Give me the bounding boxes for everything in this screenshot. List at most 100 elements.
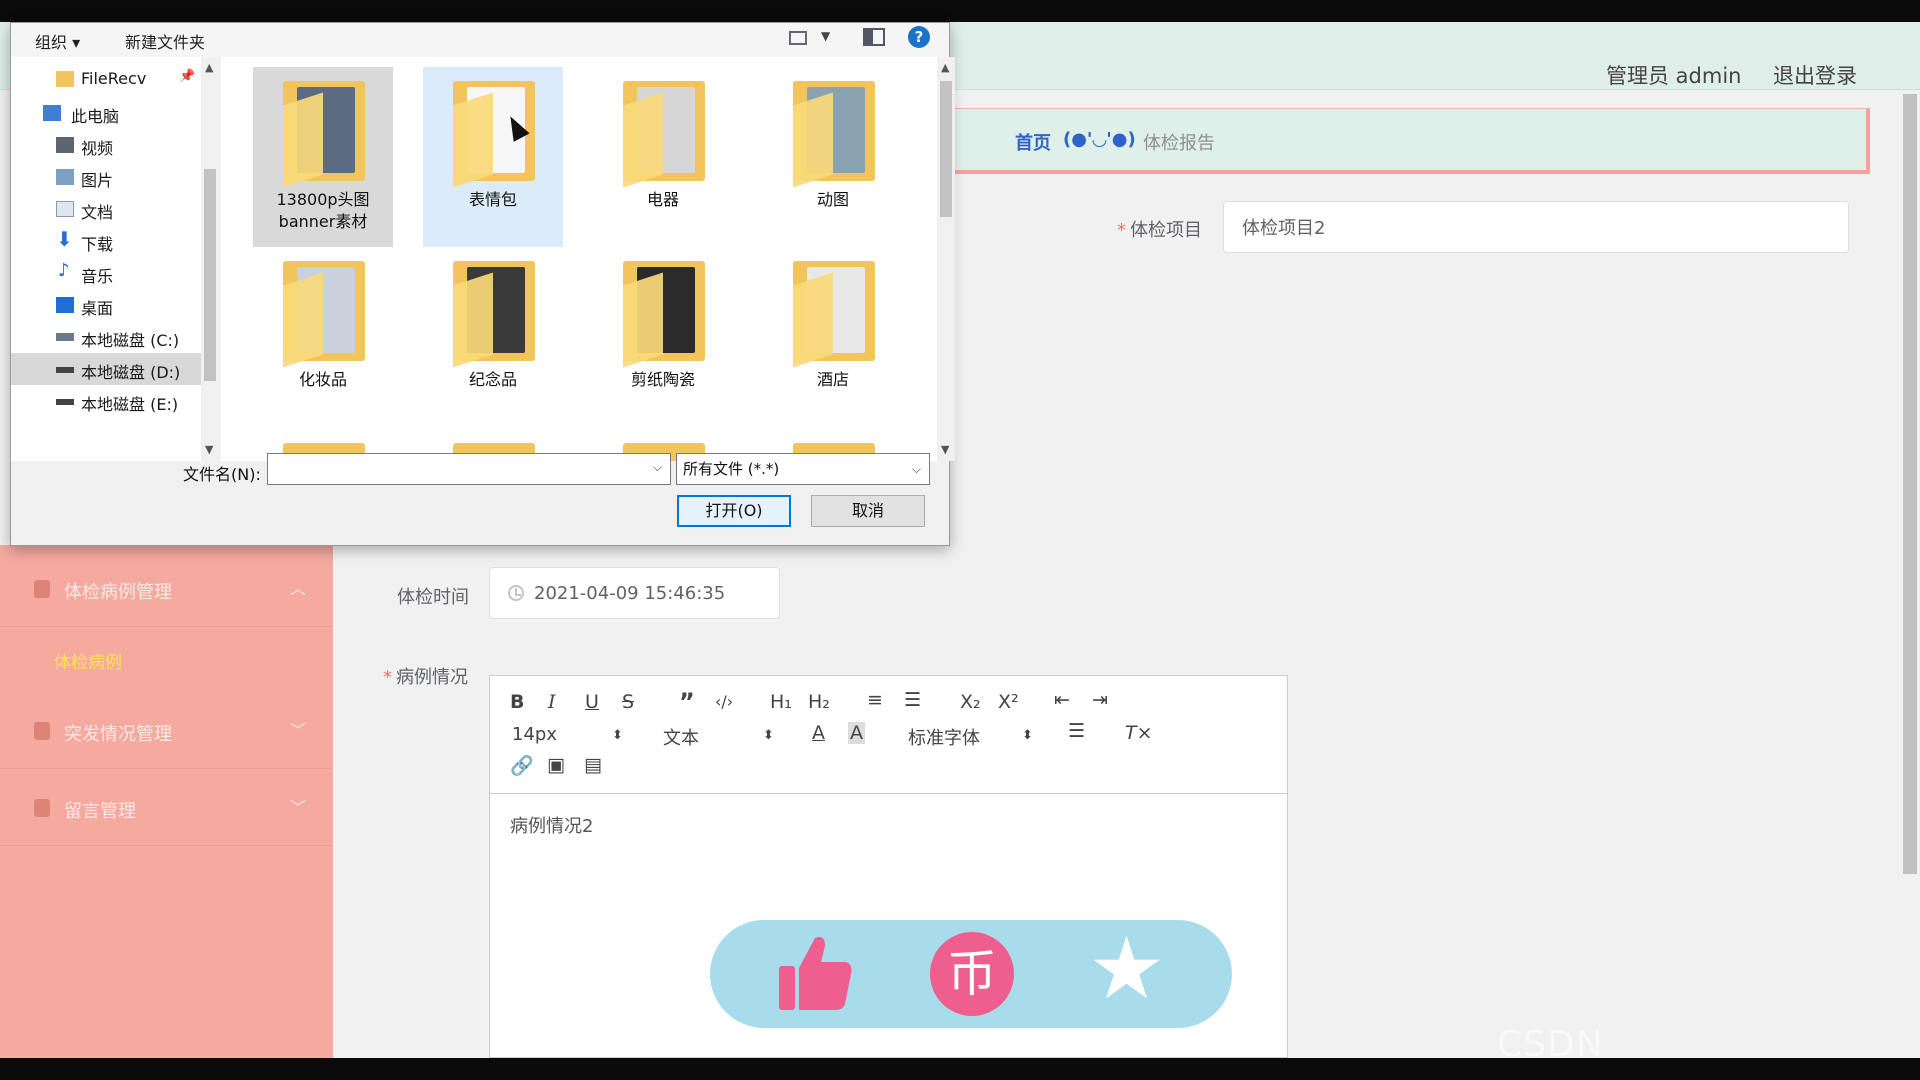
chevron-down-icon[interactable]: ▼ <box>821 29 830 43</box>
breadcrumb-home[interactable]: 首页 <box>1015 129 1051 155</box>
video-letterbox-top <box>0 0 1920 22</box>
scroll-up-icon[interactable]: ▲ <box>205 61 213 74</box>
content-scrollbar[interactable]: ▲ ▼ <box>937 57 955 461</box>
sidebar-item-checkup-cases[interactable]: 体检病例管理 ︿ <box>0 553 333 627</box>
new-folder-button[interactable]: 新建文件夹 <box>125 29 205 53</box>
nav-item-documents[interactable]: 文档 <box>11 193 201 225</box>
folder-icon <box>56 71 74 87</box>
folder-list: 13800p头图banner素材 表情包 电器 动图 化妆品 纪念品 剪纸陶瓷 … <box>221 57 937 461</box>
folder-icon <box>283 81 365 188</box>
font-color-icon[interactable]: A <box>812 722 825 744</box>
scroll-down-icon[interactable]: ▼ <box>941 443 949 456</box>
align-icon[interactable]: ☰ <box>1068 720 1085 742</box>
nav-scroll-thumb[interactable] <box>204 169 216 381</box>
content-scroll-thumb[interactable] <box>940 81 952 217</box>
nav-item-drive-c[interactable]: 本地磁盘 (C:) <box>11 321 201 353</box>
organize-menu[interactable]: 组织 ▾ <box>35 29 80 53</box>
quote-icon[interactable]: ” <box>679 688 695 716</box>
folder-item[interactable]: 表情包 <box>423 67 563 247</box>
nav-scrollbar[interactable]: ▲ ▼ <box>201 57 219 461</box>
picture-icon <box>56 169 74 185</box>
preview-pane-icon[interactable] <box>863 28 885 46</box>
folder-icon <box>793 261 875 368</box>
nav-item-drive-e[interactable]: 本地磁盘 (E:) <box>11 385 201 417</box>
folder-item[interactable]: 动图 <box>763 67 903 247</box>
filename-input[interactable]: ⌵ <box>267 453 671 485</box>
subscript-icon[interactable]: X₂ <box>960 691 981 713</box>
computer-icon <box>43 105 61 121</box>
navigation-pane: FileRecv 📌 此电脑 视频 图片 文档 ⬇ 下载 ♪ 音乐 桌面 本地磁… <box>11 57 219 461</box>
time-picker[interactable]: 2021-04-09 15:46:35 <box>489 567 780 619</box>
image-icon[interactable]: ▣ <box>547 754 565 776</box>
bullet-list-icon[interactable]: ☰ <box>904 689 921 711</box>
sidebar-item-emergencies[interactable]: 突发情况管理 ﹀ <box>0 695 333 769</box>
drive-icon <box>56 333 74 341</box>
nav-item-downloads[interactable]: ⬇ 下载 <box>11 225 201 257</box>
nav-item-this-pc[interactable]: 此电脑 <box>11 97 201 129</box>
sidebar-subitem-checkup-case[interactable]: 体检病例 <box>54 648 122 673</box>
nav-item-music[interactable]: ♪ 音乐 <box>11 257 201 289</box>
time-value: 2021-04-09 15:46:35 <box>534 582 726 604</box>
help-icon[interactable]: ? <box>908 26 930 48</box>
scroll-down-icon[interactable]: ▼ <box>205 443 213 456</box>
folder-item[interactable]: 化妆品 <box>253 247 393 427</box>
sidebar-item-messages[interactable]: 留言管理 ﹀ <box>0 772 333 846</box>
view-mode-icon[interactable] <box>789 31 807 45</box>
chevron-down-icon[interactable]: ⌵ <box>653 460 662 475</box>
filetype-select[interactable]: 所有文件 (*.*) ⌵ <box>676 453 930 485</box>
video-icon[interactable]: ▤ <box>584 754 602 776</box>
coin-icon[interactable]: 币 <box>930 932 1014 1016</box>
folder-item[interactable]: 电器 <box>593 67 733 247</box>
bold-icon[interactable]: B <box>510 691 524 713</box>
heading1-icon[interactable]: H₁ <box>770 691 792 713</box>
page-scroll-thumb[interactable] <box>1903 94 1917 874</box>
folder-item[interactable]: 13800p头图banner素材 <box>253 67 393 247</box>
italic-icon[interactable]: I <box>548 691 556 713</box>
page-scrollbar[interactable] <box>1900 90 1920 1058</box>
code-icon[interactable]: ‹/› <box>715 692 733 711</box>
drive-icon <box>56 399 74 405</box>
nav-item-videos[interactable]: 视频 <box>11 129 201 161</box>
underline-icon[interactable]: U <box>585 691 599 713</box>
link-icon[interactable]: 🔗 <box>510 754 534 777</box>
thumbs-up-icon[interactable] <box>775 932 855 1014</box>
block-type-select[interactable]: 文本 <box>663 724 699 750</box>
folder-icon <box>623 261 705 368</box>
video-letterbox-bottom <box>0 1058 1920 1080</box>
chevron-down-icon: ﹀ <box>290 721 307 740</box>
project-label: * 体检项目 <box>1117 220 1202 241</box>
time-label: 体检时间 <box>397 587 469 608</box>
drive-icon <box>56 367 74 373</box>
indent-icon[interactable]: ⇥ <box>1092 689 1108 711</box>
scroll-up-icon[interactable]: ▲ <box>941 61 949 74</box>
star-icon[interactable]: ★ <box>1088 926 1165 1012</box>
font-family-select[interactable]: 标准字体 <box>908 724 980 750</box>
logout-link[interactable]: 退出登录 <box>1773 60 1857 90</box>
case-content: 病例情况2 <box>510 816 594 837</box>
cancel-button[interactable]: 取消 <box>811 495 925 527</box>
nav-item-desktop[interactable]: 桌面 <box>11 289 201 321</box>
folder-icon <box>793 81 875 188</box>
nav-item-filerecv[interactable]: FileRecv 📌 <box>11 63 201 95</box>
monitor-icon <box>34 580 50 598</box>
font-size-select[interactable]: 14px <box>512 724 557 745</box>
editor-toolbar: B I U S ” ‹/› H₁ H₂ ≡ ☰ X₂ X² ⇤ ⇥ 14px ⬍… <box>490 676 1287 794</box>
updown-icon: ⬍ <box>1022 728 1033 743</box>
folder-item[interactable]: 纪念品 <box>423 247 563 427</box>
chevron-up-icon: ︿ <box>290 579 307 598</box>
heading2-icon[interactable]: H₂ <box>808 691 830 713</box>
open-button[interactable]: 打开(O) <box>677 495 791 527</box>
superscript-icon[interactable]: X² <box>998 691 1019 713</box>
strikethrough-icon[interactable]: S <box>622 691 634 713</box>
background-color-icon[interactable]: A <box>848 722 865 744</box>
folder-icon <box>283 261 365 368</box>
project-select[interactable]: 体检项目2 <box>1223 201 1849 253</box>
nav-item-pictures[interactable]: 图片 <box>11 161 201 193</box>
clear-format-icon[interactable]: T× <box>1125 722 1153 744</box>
nav-item-drive-d[interactable]: 本地磁盘 (D:) <box>11 353 201 385</box>
folder-item[interactable]: 剪纸陶瓷 <box>593 247 733 427</box>
ordered-list-icon[interactable]: ≡ <box>867 689 883 711</box>
chevron-down-icon: ⌵ <box>911 462 921 476</box>
outdent-icon[interactable]: ⇤ <box>1054 689 1070 711</box>
folder-item[interactable]: 酒店 <box>763 247 903 427</box>
